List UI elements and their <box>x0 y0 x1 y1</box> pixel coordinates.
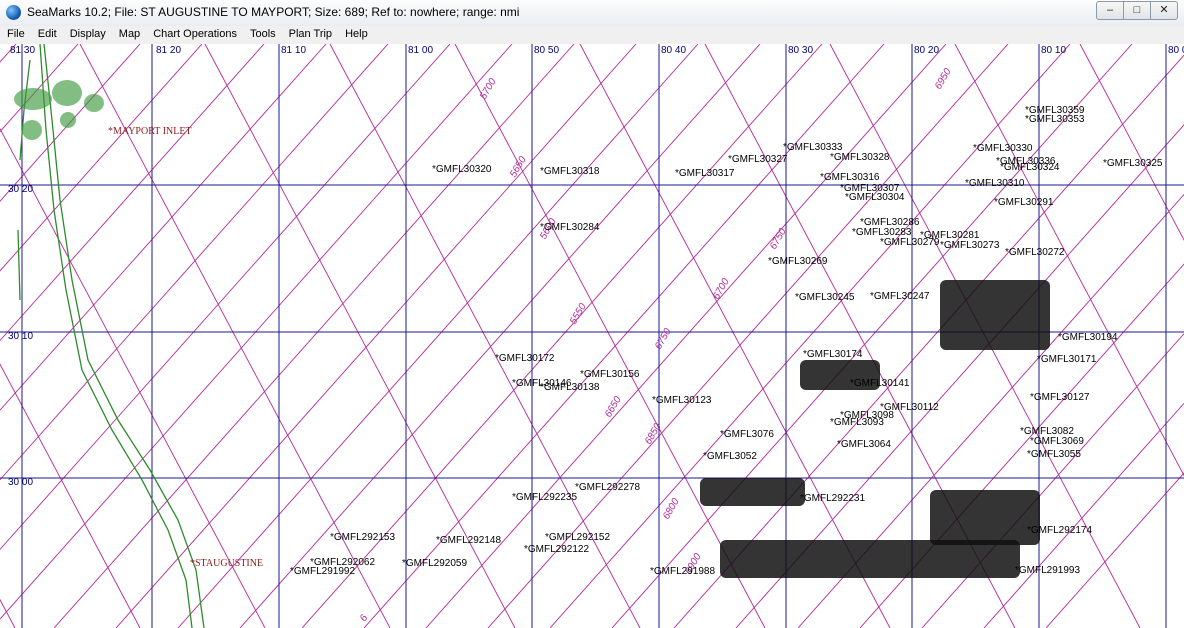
menu-plan-trip[interactable]: Plan Trip <box>282 26 338 44</box>
marsh-area <box>14 88 52 110</box>
waypoint-label[interactable]: *GMFL30320 <box>432 164 492 175</box>
waypoint-label[interactable]: *GMFL30247 <box>870 291 930 302</box>
menu-file[interactable]: File <box>0 26 31 44</box>
globe-icon <box>6 5 21 20</box>
menu-help[interactable]: Help <box>338 26 374 44</box>
place-label: *MAYPORT INLET <box>108 126 192 137</box>
waypoint-label[interactable]: *GMFL292235 <box>512 492 577 503</box>
waypoint-cluster <box>940 280 1050 350</box>
waypoint-label[interactable]: *GMFL30316 <box>820 172 880 183</box>
window-titlebar: SeaMarks 10.2; File: ST AUGUSTINE TO MAY… <box>0 0 1184 27</box>
waypoint-label[interactable]: *GMFL30304 <box>845 192 905 203</box>
nautical-chart[interactable]: 81 30 81 20 81 10 81 00 80 50 80 40 80 30 80 20… <box>0 44 1184 628</box>
waypoint-cluster <box>930 490 1040 545</box>
menu-display[interactable]: Display <box>63 26 112 44</box>
waypoint-label[interactable]: *GMFL30127 <box>1030 392 1090 403</box>
waypoint-label[interactable]: *GMFL30272 <box>1005 247 1065 258</box>
latitude-label: 30 20 <box>8 184 33 195</box>
waypoint-label[interactable]: *GMFL30279 <box>880 237 940 248</box>
close-button[interactable]: ✕ <box>1151 1 1178 20</box>
waypoint-label[interactable]: *GMFL292059 <box>402 558 467 569</box>
waypoint-label[interactable]: *GMFL30330 <box>973 143 1033 154</box>
waypoint-label[interactable]: *GMFL3093 <box>830 417 884 428</box>
longitude-label: 80 50 <box>534 45 559 56</box>
waypoint-label[interactable]: *GMFL30359 <box>1025 105 1085 116</box>
longitude-label: 81 00 <box>408 45 433 56</box>
waypoint-label[interactable]: *GMFL30318 <box>540 166 600 177</box>
waypoint-label[interactable]: *GMFL30194 <box>1058 332 1118 343</box>
waypoint-label[interactable]: *GMFL30328 <box>830 152 890 163</box>
place-label: *STAUGUSTINE <box>190 558 263 569</box>
longitude-label: 81 10 <box>281 45 306 56</box>
waypoint-label[interactable]: *GMFL30327 <box>728 154 788 165</box>
longitude-label: 80 20 <box>914 45 939 56</box>
menu-map[interactable]: Map <box>112 26 146 44</box>
menu-chart-operations[interactable]: Chart Operations <box>146 26 243 44</box>
waypoint-label[interactable]: *GMFL30284 <box>540 222 600 233</box>
marsh-area <box>60 112 76 128</box>
loran-label: 6950 <box>933 66 954 91</box>
loran-label: 6650 <box>603 394 624 419</box>
loran-label: 6750 <box>653 326 674 351</box>
waypoint-label[interactable]: *GMFL292231 <box>800 493 865 504</box>
longitude-label: 80 10 <box>1041 45 1066 56</box>
waypoint-label[interactable]: *GMFL30138 <box>540 382 600 393</box>
window-title: SeaMarks 10.2; File: ST AUGUSTINE TO MAY… <box>27 5 520 19</box>
waypoint-label[interactable]: *GMFL3076 <box>720 429 774 440</box>
longitude-label: 80 30 <box>788 45 813 56</box>
waypoint-label[interactable]: *GMFL291993 <box>1015 565 1080 576</box>
window-controls: ‒ □ ✕ <box>1096 1 1178 20</box>
longitude-label: 81 30 <box>10 45 35 56</box>
chart-canvas[interactable]: 81 30 81 20 81 10 81 00 80 50 80 40 80 30 80 20… <box>0 44 1184 628</box>
waypoint-label[interactable]: *GMFL30325 <box>1103 158 1163 169</box>
waypoint-label[interactable]: *GMFL30269 <box>768 256 828 267</box>
waypoint-label[interactable]: *GMFL30156 <box>580 369 640 380</box>
marsh-area <box>52 80 82 106</box>
waypoint-label[interactable]: *GMFL30245 <box>795 292 855 303</box>
menu-edit[interactable]: Edit <box>31 26 63 44</box>
menu-tools[interactable]: Tools <box>243 26 282 44</box>
longitude-label: 80 40 <box>661 45 686 56</box>
loran-label: 5700 <box>478 76 499 101</box>
waypoint-label[interactable]: *GMFL292153 <box>330 532 395 543</box>
menu-bar: File Edit Display Map Chart Operations T… <box>0 26 1184 44</box>
waypoint-label[interactable]: *GMFL3064 <box>837 439 891 450</box>
waypoint-label[interactable]: *GMFL292148 <box>436 535 501 546</box>
waypoint-label[interactable]: *GMFL3052 <box>703 451 757 462</box>
waypoint-label[interactable]: *GMFL30273 <box>940 240 1000 251</box>
loran-label: 5550 <box>568 301 589 326</box>
waypoint-label[interactable]: *GMFL30333 <box>783 142 843 153</box>
waypoint-label[interactable]: *GMFL30123 <box>652 395 712 406</box>
waypoint-label[interactable]: *GMFL30174 <box>803 349 863 360</box>
longitude-label: 80 0 <box>1168 45 1184 56</box>
waypoint-label[interactable]: *GMFL30171 <box>1037 354 1097 365</box>
waypoint-label[interactable]: *GMFL292278 <box>575 482 640 493</box>
waypoint-label[interactable]: *GMFL292152 <box>545 532 610 543</box>
minimize-button[interactable]: ‒ <box>1096 1 1124 20</box>
marsh-area <box>84 94 104 112</box>
waypoint-label[interactable]: *GMFL3055 <box>1027 449 1081 460</box>
waypoint-label[interactable]: *GMFL30310 <box>965 178 1025 189</box>
marsh-area <box>22 120 42 140</box>
waypoint-label[interactable]: *GMFL292174 <box>1027 525 1092 536</box>
loran-label: 6700 <box>711 276 732 301</box>
latitude-label: 30 00 <box>8 477 33 488</box>
maximize-button[interactable]: □ <box>1124 1 1151 20</box>
waypoint-label[interactable]: *GMFL291992 <box>290 566 355 577</box>
loran-label: 5650 <box>508 154 529 179</box>
loran-label: 6 <box>358 613 371 624</box>
waypoint-label[interactable]: *GMFL291988 <box>650 566 715 577</box>
waypoint-cluster <box>720 540 1020 578</box>
waypoint-label[interactable]: *GMFL30324 <box>1000 162 1060 173</box>
longitude-label: 81 20 <box>156 45 181 56</box>
waypoint-label[interactable]: *GMFL30172 <box>495 353 555 364</box>
waypoint-label[interactable]: *GMFL3069 <box>1030 436 1084 447</box>
waypoint-label[interactable]: *GMFL30317 <box>675 168 735 179</box>
waypoint-cluster <box>700 478 805 506</box>
waypoint-label[interactable]: *GMFL30141 <box>850 378 910 389</box>
waypoint-label[interactable]: *GMFL30291 <box>994 197 1054 208</box>
waypoint-label[interactable]: *GMFL292122 <box>524 544 589 555</box>
latitude-label: 30 10 <box>8 331 33 342</box>
